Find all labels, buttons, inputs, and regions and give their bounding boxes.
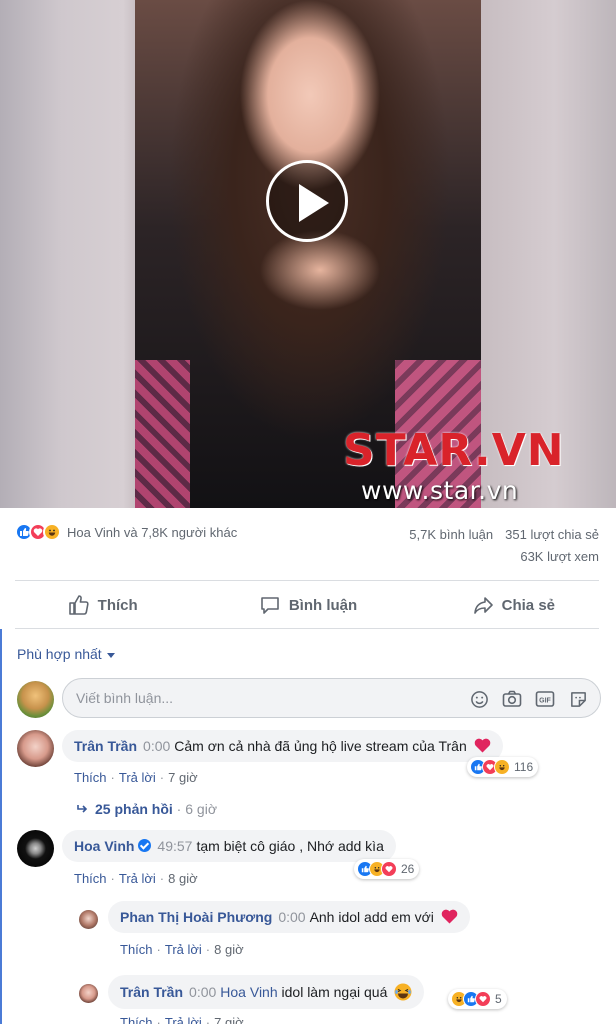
- avatar[interactable]: [79, 910, 98, 929]
- comment-author[interactable]: Trân Trần: [120, 984, 183, 1000]
- love-icon: [381, 861, 397, 877]
- sort-dropdown[interactable]: Phù hợp nhất: [17, 646, 115, 662]
- comment-like-link[interactable]: Thích: [120, 942, 153, 957]
- view-replies-link[interactable]: 25 phản hồi · 6 giờ: [77, 801, 217, 817]
- share-arrow-icon: [473, 597, 493, 614]
- comment-meta: Thích · Trả lời · 8 giờ: [74, 871, 198, 886]
- shares-count[interactable]: 351 lượt chia sẻ: [505, 527, 599, 542]
- comment-reactions[interactable]: 116: [467, 757, 539, 777]
- video-background-decoration: [135, 360, 190, 508]
- heart-emoji-icon: [474, 738, 490, 753]
- reaction-count: 5: [495, 992, 502, 1006]
- share-label: Chia sẻ: [501, 596, 555, 614]
- comment-input-box[interactable]: GIF: [62, 678, 601, 718]
- svg-text:GIF: GIF: [539, 698, 551, 705]
- comment-age[interactable]: 8 giờ: [214, 942, 244, 957]
- action-bar: Thích Bình luận Chia sẻ: [0, 582, 616, 628]
- comment-author[interactable]: Phan Thị Hoài Phương: [120, 909, 272, 925]
- avatar[interactable]: [17, 730, 54, 767]
- like-button[interactable]: Thích: [0, 582, 205, 628]
- comment-label: Bình luận: [288, 596, 358, 614]
- comment-bubble: Trân Trần 0:00 Cảm ơn cả nhà đã ủng hộ liv…: [62, 730, 503, 762]
- divider: [15, 580, 599, 581]
- comment-author[interactable]: Trân Trần: [74, 738, 137, 754]
- comment-text: tạm biệt cô giáo , Nhớ add kìa: [196, 838, 384, 854]
- comment-button[interactable]: Bình luận: [205, 582, 410, 628]
- comment-age[interactable]: 7 giờ: [214, 1015, 244, 1024]
- verified-badge-icon: [138, 839, 152, 852]
- watermark-logo: STAR.VN: [343, 425, 565, 476]
- reply-arrow-icon: [77, 805, 88, 813]
- gif-icon[interactable]: GIF: [535, 689, 555, 709]
- love-icon: [475, 991, 491, 1007]
- comment-reply-link[interactable]: Trả lời: [119, 770, 156, 785]
- comment-reply-link[interactable]: Trả lời: [119, 871, 156, 886]
- comment-input[interactable]: [76, 690, 456, 706]
- input-tools: GIF: [456, 689, 588, 709]
- replies-count: 25 phản hồi: [95, 801, 173, 817]
- comments-count[interactable]: 5,7K bình luận: [409, 527, 493, 542]
- like-label: Thích: [97, 596, 138, 614]
- haha-icon: [494, 759, 510, 775]
- current-user-avatar[interactable]: [17, 681, 54, 718]
- comment-bubble: Trân Trần 0:00 Hoa Vinh idol làm ngại quá: [108, 975, 425, 1009]
- watermark-url: www.star.vn: [361, 476, 519, 505]
- comment-timestamp[interactable]: 49:57: [157, 838, 192, 854]
- sticker-icon[interactable]: [568, 689, 588, 709]
- heart-emoji-icon: [441, 909, 458, 924]
- emoji-icon[interactable]: [469, 689, 489, 709]
- comment-meta: Thích · Trả lời · 7 giờ: [120, 1015, 244, 1024]
- post-counts: 5,7K bình luận 351 lượt chia sẻ 63K lượt …: [409, 524, 599, 568]
- comment-timestamp[interactable]: 0:00: [143, 738, 170, 754]
- views-count: 63K lượt xem: [520, 549, 599, 564]
- comment-text: Anh idol add em với: [309, 909, 434, 925]
- comment-reactions[interactable]: 5: [448, 989, 507, 1009]
- thumbs-up-icon: [68, 595, 89, 615]
- comment-like-link[interactable]: Thích: [74, 871, 107, 886]
- comment-meta: Thích · Trả lời · 8 giờ: [120, 942, 244, 957]
- video-player[interactable]: STAR.VN www.star.vn: [0, 0, 616, 508]
- reaction-summary-text: Hoa Vinh và 7,8K người khác: [67, 524, 238, 540]
- comment-text: Cảm ơn cả nhà đã ủng hộ live stream của …: [174, 738, 467, 754]
- reaction-count: 116: [514, 760, 534, 774]
- avatar[interactable]: [17, 830, 54, 867]
- sort-label: Phù hợp nhất: [17, 646, 102, 662]
- comments-panel: Phù hợp nhất GIF Trân Trần0:00Cảm ơn cả …: [0, 629, 616, 1024]
- caret-down-icon: [106, 652, 115, 658]
- play-button[interactable]: [266, 160, 348, 242]
- replies-age: 6 giờ: [185, 801, 218, 817]
- comment-bubble: Hoa Vinh 49:57 tạm biệt cô giáo , Nhớ add …: [62, 830, 396, 862]
- comment-meta: Thích · Trả lời · 7 giờ: [74, 770, 198, 785]
- reaction-count: 26: [401, 862, 415, 876]
- comment-like-link[interactable]: Thích: [74, 770, 107, 785]
- share-button[interactable]: Chia sẻ: [411, 582, 616, 628]
- comment-reply-link[interactable]: Trả lời: [165, 942, 202, 957]
- comment-timestamp[interactable]: 0:00: [278, 909, 305, 925]
- comment-age[interactable]: 7 giờ: [168, 770, 198, 785]
- comment-author[interactable]: Hoa Vinh: [74, 838, 134, 854]
- speech-bubble-icon: [261, 597, 279, 614]
- comment-mention[interactable]: Hoa Vinh: [220, 984, 277, 1000]
- avatar[interactable]: [79, 984, 98, 1003]
- comment-text: idol làm ngại quá: [281, 984, 388, 1000]
- comment-timestamp[interactable]: 0:00: [189, 984, 216, 1000]
- camera-icon[interactable]: [502, 689, 522, 709]
- reaction-summary[interactable]: Hoa Vinh và 7,8K người khác: [15, 523, 237, 541]
- comment-like-link[interactable]: Thích: [120, 1015, 153, 1024]
- post-stats: Hoa Vinh và 7,8K người khác 5,7K bình lu…: [0, 508, 616, 580]
- laugh-emoji-icon: [394, 983, 412, 1001]
- comment-bubble: Phan Thị Hoài Phương 0:00 Anh idol add em …: [108, 901, 470, 933]
- haha-icon: [43, 523, 61, 541]
- comment-reply-link[interactable]: Trả lời: [165, 1015, 202, 1024]
- comment-age[interactable]: 8 giờ: [168, 871, 198, 886]
- comment-reactions[interactable]: 26: [354, 859, 420, 879]
